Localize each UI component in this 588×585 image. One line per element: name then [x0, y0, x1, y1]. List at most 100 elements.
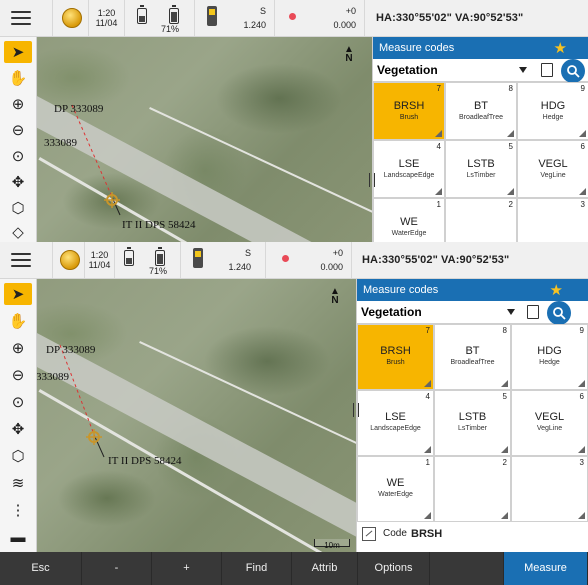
instrument-icon [207, 6, 217, 26]
menu-button[interactable] [0, 242, 53, 278]
code-button[interactable]: 4 LSE LandscapeEdge [357, 390, 434, 456]
edit-icon[interactable] [527, 305, 539, 319]
code-button[interactable]: 7 BRSH Brush [357, 324, 434, 390]
chevron-down-icon [519, 67, 527, 73]
search-button[interactable] [561, 59, 585, 83]
zoom-extents-icon[interactable]: ⊙ [4, 145, 32, 167]
corner-indicator-icon [424, 446, 431, 453]
corner-indicator-icon [578, 446, 585, 453]
battery-percent: 71% [161, 24, 180, 34]
date-text: 11/04 [88, 260, 111, 270]
softkey-blank-6[interactable] [430, 552, 504, 585]
zoom-extents-icon[interactable]: ⊙ [4, 391, 32, 413]
code-hotkey-number: 3 [579, 458, 584, 467]
code-description: BroadleafTree [450, 359, 495, 366]
layers-icon[interactable]: ≋ [4, 472, 32, 494]
instrument-status[interactable]: S 1.240 [181, 242, 266, 278]
group-dropdown[interactable]: Vegetation [357, 301, 588, 325]
softkey-key2[interactable]: + [152, 552, 222, 585]
time-display: 1:20 11/04 [85, 242, 115, 278]
softkey-measure[interactable]: Measure [504, 552, 588, 585]
favorite-star-icon[interactable]: ★ [554, 38, 567, 60]
3d-view-icon[interactable]: ⬡ [4, 445, 32, 467]
edit-icon[interactable] [541, 63, 553, 77]
code-button[interactable]: 2 [434, 456, 511, 522]
code-edit-icon[interactable] [362, 527, 376, 541]
instrument-status[interactable]: S 1.240 [195, 0, 275, 36]
layers-icon[interactable]: ◇ [4, 221, 32, 242]
code-button[interactable]: 7 BRSH Brush [373, 82, 445, 140]
corner-indicator-icon [579, 188, 586, 195]
map-label-station: IT II DPS 58424 [108, 455, 182, 467]
code-description: WaterEdge [391, 230, 427, 237]
orbit-icon[interactable]: ✥ [4, 418, 32, 440]
code-description: LsTimber [458, 425, 487, 432]
3d-view-icon[interactable]: ⬡ [4, 197, 32, 219]
softkey-find[interactable]: Find [222, 552, 292, 585]
softkey-esc[interactable]: Esc [0, 552, 82, 585]
battery-percent: 71% [149, 266, 168, 276]
corner-indicator-icon [424, 380, 431, 387]
crosshair-icon [86, 429, 102, 445]
softkey-options[interactable]: Options [358, 552, 430, 585]
code-button[interactable]: 8 BT BroadleafTree [434, 324, 511, 390]
battery-status[interactable]: 71% [125, 0, 195, 36]
code-description: Brush [386, 359, 405, 366]
code-button[interactable]: 9 HDG Hedge [517, 82, 588, 140]
orbit-icon[interactable]: ✥ [4, 171, 32, 193]
pan-tool-icon[interactable]: ✋ [4, 67, 32, 89]
north-arrow-icon: ▲ N [344, 44, 354, 64]
code-button[interactable]: 3 [517, 198, 588, 242]
softkey-attrib[interactable]: Attrib [292, 552, 358, 585]
map-view[interactable]: DP 333089 333089 IT II DPS 58424 ▲ N [0, 37, 372, 242]
s-value: 1.240 [243, 20, 266, 30]
zoom-in-icon[interactable]: ⊕ [4, 93, 32, 115]
menu-button[interactable] [0, 0, 53, 36]
code-button[interactable]: 6 VEGL VegLine [511, 390, 588, 456]
zoom-out-icon[interactable]: ⊖ [4, 119, 32, 141]
panel-header: Measure codes ★ [373, 37, 588, 59]
map-view[interactable]: DP 333089 333089 IT II DPS 58424 ▲ N 10m [0, 279, 356, 553]
code-button[interactable]: 4 LSE LandscapeEdge [373, 140, 445, 198]
offset-value: 0.000 [320, 262, 343, 272]
code-hotkey-number: 6 [580, 142, 585, 151]
softkey-key1[interactable]: - [82, 552, 152, 585]
splitter-handle[interactable] [353, 403, 359, 417]
select-tool-icon[interactable]: ➤ [4, 41, 32, 63]
select-tool-icon[interactable]: ➤ [4, 283, 32, 305]
code-button[interactable]: 6 VEGL VegLine [517, 140, 588, 198]
search-button[interactable] [547, 301, 571, 325]
code-button[interactable]: 5 LSTB LsTimber [445, 140, 517, 198]
code-button[interactable]: 9 HDG Hedge [511, 324, 588, 390]
corner-indicator-icon [501, 446, 508, 453]
code-button[interactable]: 1 WE WaterEdge [373, 198, 445, 242]
target-status[interactable]: +0 0.000 [275, 0, 365, 36]
code-button[interactable]: 1 WE WaterEdge [357, 456, 434, 522]
code-button[interactable]: 3 [511, 456, 588, 522]
map-label-station: IT II DPS 58424 [122, 219, 196, 231]
screenshot-top: 1:20 11/04 71% S 1.240 +0 0.000 HA:330°5… [0, 0, 588, 242]
job-button[interactable] [53, 0, 89, 36]
code-description: LandscapeEdge [370, 425, 421, 432]
favorite-star-icon[interactable]: ★ [550, 280, 563, 302]
crosshair-icon [104, 192, 120, 208]
code-button[interactable]: 8 BT BroadleafTree [445, 82, 517, 140]
code-hotkey-number: 7 [425, 326, 430, 335]
battery-status[interactable]: 71% [115, 242, 181, 278]
splitter-handle[interactable] [369, 173, 375, 187]
zoom-out-icon[interactable]: ⊖ [4, 364, 32, 386]
pan-tool-icon[interactable]: ✋ [4, 310, 32, 332]
code-button[interactable]: 2 [445, 198, 517, 242]
s-label: S [244, 248, 251, 258]
code-hotkey-number: 4 [425, 392, 430, 401]
code-description: Hedge [539, 359, 560, 366]
code-button[interactable]: 5 LSTB LsTimber [434, 390, 511, 456]
code-name: WE [386, 477, 405, 489]
video-icon[interactable]: ▬ [4, 526, 32, 548]
job-button[interactable] [53, 242, 85, 278]
more-options-icon[interactable]: ⋮ [4, 499, 32, 521]
current-code-row: Code BRSH [357, 523, 588, 545]
zoom-in-icon[interactable]: ⊕ [4, 337, 32, 359]
group-dropdown[interactable]: Vegetation [373, 59, 588, 83]
target-status[interactable]: +0 0.000 [266, 242, 352, 278]
